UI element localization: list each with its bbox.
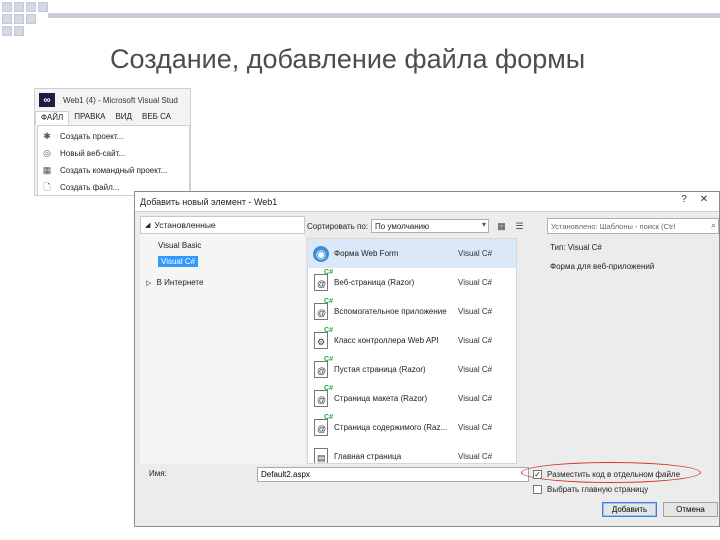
template-language: Visual C# bbox=[458, 249, 493, 258]
checkbox-checked-icon[interactable]: ✓ bbox=[533, 470, 542, 479]
slide-title: Создание, добавление файла формы bbox=[110, 44, 586, 74]
master-page-icon: ▤ bbox=[314, 448, 328, 463]
template-language: Visual C# bbox=[458, 278, 493, 287]
dialog-titlebar: Добавить новый элемент - Web1 bbox=[135, 192, 719, 212]
template-name: Главная страница bbox=[334, 452, 402, 461]
controller-file-icon: ⚙ C# bbox=[314, 327, 333, 349]
template-name: Форма Web Form bbox=[334, 249, 399, 258]
team-project-icon: ▦ bbox=[42, 165, 52, 175]
template-name: Пустая страница (Razor) bbox=[334, 365, 426, 374]
razor-file-icon: @ C# bbox=[314, 269, 333, 291]
sort-toolbar: Сортировать по: По умолчанию ▦ ☰ bbox=[307, 218, 532, 234]
template-tree: ◢ Установленные Visual Basic Visual C# ▷… bbox=[140, 216, 305, 464]
template-language: Visual C# bbox=[458, 452, 493, 461]
tree-installed[interactable]: ◢ Установленные bbox=[140, 216, 305, 234]
help-icon[interactable]: ? bbox=[677, 194, 691, 207]
sort-label: Сортировать по: bbox=[307, 221, 369, 231]
template-type: Тип: Visual C# bbox=[550, 243, 602, 252]
menu-website[interactable]: ВЕБ СА bbox=[137, 111, 176, 125]
search-icon[interactable]: ⌕ bbox=[711, 220, 716, 231]
option-select-master-page[interactable]: Выбрать главную страницу bbox=[533, 485, 648, 494]
template-row[interactable]: ⚙ C# Класс контроллера Web API Visual C# bbox=[308, 326, 516, 355]
template-description: Форма для веб-приложений bbox=[550, 262, 655, 271]
globe-icon: ◎ bbox=[43, 148, 51, 158]
slide-decoration bbox=[0, 0, 70, 40]
tree-item-online[interactable]: ▷ В Интернете bbox=[140, 277, 305, 288]
sort-value: По умолчанию bbox=[375, 221, 430, 231]
new-project-icon: ✱ bbox=[43, 131, 51, 141]
search-placeholder: Установлено: Шаблоны - поиск (Ctrl bbox=[551, 221, 676, 231]
menu-item-label: Новый веб-сайт... bbox=[60, 149, 126, 158]
vs-window-title: Web1 (4) - Microsoft Visual Stud bbox=[63, 95, 178, 105]
new-file-icon: 🗋 bbox=[43, 181, 51, 192]
template-name: Страница содержимого (Raz... bbox=[334, 423, 448, 432]
file-menu-dropdown: ✱ Создать проект... ◎ Новый веб-сайт... … bbox=[37, 125, 190, 195]
visual-studio-logo-icon: ∞ bbox=[39, 93, 55, 107]
template-info-panel: Тип: Visual C# Форма для веб-приложений bbox=[547, 238, 719, 276]
cancel-button[interactable]: Отмена bbox=[663, 502, 718, 517]
globe-icon: ◉ bbox=[313, 245, 329, 262]
add-button[interactable]: Добавить bbox=[602, 502, 657, 517]
menu-item-label: Создать проект... bbox=[60, 132, 124, 141]
template-name: Класс контроллера Web API bbox=[334, 336, 439, 345]
tree-item-visual-csharp[interactable]: Visual C# bbox=[158, 256, 199, 267]
sort-select[interactable]: По умолчанию bbox=[371, 219, 490, 233]
grid-view-icon[interactable]: ▦ bbox=[496, 221, 507, 232]
name-input[interactable] bbox=[257, 467, 529, 482]
option-separate-code[interactable]: ✓ Разместить код в отдельном файле bbox=[533, 470, 680, 479]
template-row[interactable]: @ C# Пустая страница (Razor) Visual C# bbox=[308, 355, 516, 384]
dialog-title: Добавить новый элемент - Web1 bbox=[140, 196, 278, 207]
razor-file-icon: @ C# bbox=[314, 356, 333, 378]
slide-top-line bbox=[48, 13, 720, 18]
menu-item-label: Создать командный проект... bbox=[60, 166, 168, 175]
collapsed-triangle-icon: ▷ bbox=[146, 280, 152, 287]
template-language: Visual C# bbox=[458, 365, 493, 374]
visual-studio-window: ∞ Web1 (4) - Microsoft Visual Stud ФАЙЛ … bbox=[34, 88, 191, 196]
template-row[interactable]: @ C# Вспомогательное приложение Visual C# bbox=[308, 297, 516, 326]
razor-file-icon: @ C# bbox=[314, 385, 333, 407]
menu-edit[interactable]: ПРАВКА bbox=[69, 111, 110, 125]
template-language: Visual C# bbox=[458, 394, 493, 403]
menu-item-label: Создать файл... bbox=[60, 183, 120, 192]
template-language: Visual C# bbox=[458, 307, 493, 316]
menu-item-new-project[interactable]: ✱ Создать проект... bbox=[38, 128, 189, 145]
razor-file-icon: @ C# bbox=[314, 414, 333, 436]
vs-menu-bar: ФАЙЛ ПРАВКА ВИД ВЕБ СА bbox=[35, 111, 190, 125]
menu-item-new-website[interactable]: ◎ Новый веб-сайт... bbox=[38, 145, 189, 162]
add-new-item-dialog: Добавить новый элемент - Web1 ? ✕ ◢ Уста… bbox=[134, 191, 720, 527]
checkbox-unchecked-icon[interactable] bbox=[533, 485, 542, 494]
menu-item-new-team-project[interactable]: ▦ Создать командный проект... bbox=[38, 162, 189, 179]
template-search-input[interactable]: Установлено: Шаблоны - поиск (Ctrl ⌕ bbox=[547, 218, 719, 234]
close-icon[interactable]: ✕ bbox=[697, 194, 711, 207]
template-row[interactable]: ▤ Главная страница Visual C# bbox=[308, 442, 516, 463]
template-name: Вспомогательное приложение bbox=[334, 307, 447, 316]
expanded-triangle-icon: ◢ bbox=[145, 222, 151, 229]
menu-view[interactable]: ВИД bbox=[110, 111, 137, 125]
tree-item-label: В Интернете bbox=[156, 278, 204, 287]
name-label: Имя: bbox=[149, 469, 167, 478]
tree-header-label: Установленные bbox=[154, 220, 216, 230]
template-language: Visual C# bbox=[458, 336, 493, 345]
template-language: Visual C# bbox=[458, 423, 493, 432]
template-row[interactable]: @ C# Веб-страница (Razor) Visual C# bbox=[308, 268, 516, 297]
template-row[interactable]: ◉ Форма Web Form Visual C# bbox=[308, 239, 516, 268]
option-label: Разместить код в отдельном файле bbox=[547, 470, 681, 479]
menu-file[interactable]: ФАЙЛ bbox=[35, 111, 70, 125]
option-label: Выбрать главную страницу bbox=[547, 485, 649, 494]
template-row[interactable]: @ C# Страница макета (Razor) Visual C# bbox=[308, 384, 516, 413]
list-view-icon[interactable]: ☰ bbox=[514, 221, 525, 232]
template-list: ◉ Форма Web Form Visual C# @ C# Веб-стран… bbox=[307, 238, 517, 464]
helper-file-icon: @ C# bbox=[314, 298, 333, 320]
template-row[interactable]: @ C# Страница содержимого (Raz... Visual … bbox=[308, 413, 516, 442]
tree-item-visual-basic[interactable]: Visual Basic bbox=[140, 240, 305, 251]
template-name: Веб-страница (Razor) bbox=[334, 278, 415, 287]
vs-titlebar: ∞ Web1 (4) - Microsoft Visual Stud bbox=[35, 89, 190, 111]
template-name: Страница макета (Razor) bbox=[334, 394, 428, 403]
